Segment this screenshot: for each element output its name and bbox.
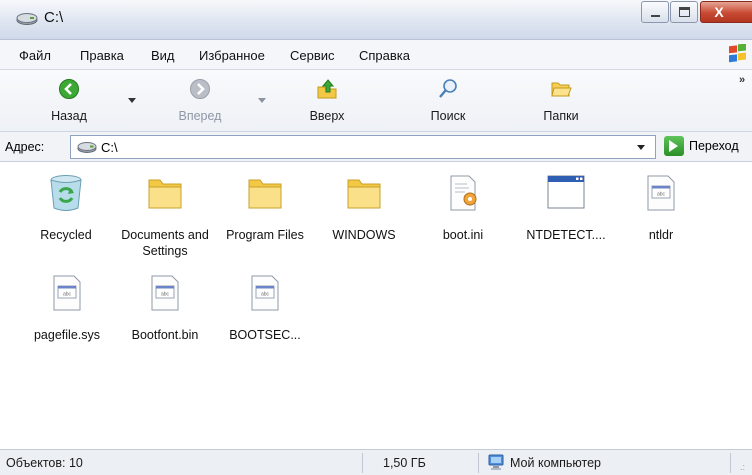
folders-icon: [551, 82, 572, 97]
forward-dropdown-arrow[interactable]: [258, 98, 266, 103]
file-name: NTDETECT....: [526, 228, 606, 242]
file-item-documents-and-settings[interactable]: Documents and Settings: [118, 172, 212, 259]
file-name: ntldr: [648, 228, 674, 242]
back-dropdown-arrow[interactable]: [128, 98, 136, 103]
config-file-icon: [450, 175, 477, 211]
file-name: boot.ini: [442, 228, 484, 242]
go-button[interactable]: Переход: [664, 136, 752, 158]
folders-label: Папки: [543, 109, 579, 123]
file-item-bootsec[interactable]: abc BOOTSEC...: [218, 272, 312, 343]
menu-favorites[interactable]: Избранное: [199, 48, 265, 63]
go-label: Переход: [689, 139, 739, 153]
close-icon: X: [714, 4, 724, 20]
recycle-bin-icon: [50, 175, 82, 211]
system-file-icon: abc: [647, 175, 675, 211]
address-label: Адрес:: [5, 140, 45, 154]
folder-icon: [347, 179, 381, 209]
folder-up-icon: [317, 79, 337, 99]
svg-text:abc: abc: [63, 292, 72, 298]
minimize-button[interactable]: [641, 1, 669, 23]
menu-edit[interactable]: Правка: [80, 48, 124, 63]
menu-bar: Файл Правка Вид Избранное Сервис Справка: [0, 40, 752, 70]
file-item-recycled[interactable]: Recycled: [20, 172, 112, 243]
address-input[interactable]: C:\: [70, 135, 656, 159]
file-item-ntldr[interactable]: abc ntldr: [614, 172, 708, 243]
system-file-icon: abc: [53, 275, 81, 311]
toolbar-overflow-chevron[interactable]: »: [739, 74, 745, 86]
forward-label: Вперед: [178, 109, 222, 123]
search-button[interactable]: Поиск: [424, 78, 472, 123]
file-name: Documents and Settings: [121, 228, 209, 258]
menu-help[interactable]: Справка: [359, 48, 410, 63]
address-dropdown-arrow[interactable]: [637, 145, 645, 150]
svg-text:abc: abc: [161, 292, 170, 298]
go-arrow-icon: [664, 136, 684, 156]
windows-logo-icon: [729, 44, 746, 63]
status-divider: [478, 453, 479, 473]
my-computer-icon: [488, 454, 504, 470]
drive-icon: [77, 142, 97, 153]
back-button[interactable]: Назад: [46, 78, 92, 123]
status-bar: Объектов: 10 1,50 ГБ Мой компьютер .:: [0, 449, 752, 475]
file-name: Recycled: [40, 228, 92, 242]
status-divider: [730, 453, 731, 473]
forward-arrow-icon: [190, 79, 210, 99]
file-name: Bootfont.bin: [131, 328, 199, 342]
file-name: BOOTSEC...: [229, 328, 301, 342]
folders-button[interactable]: Папки: [535, 78, 587, 123]
file-name: Program Files: [226, 228, 304, 242]
forward-button[interactable]: Вперед: [172, 78, 228, 123]
file-item-bootfont-bin[interactable]: abc Bootfont.bin: [118, 272, 212, 343]
title-bar: C:\ X: [0, 0, 752, 40]
search-label: Поиск: [430, 109, 466, 123]
toolbar: Назад Вперед Вверх Поиск Папки »: [0, 70, 752, 132]
address-bar: Адрес: C:\ Переход: [0, 132, 752, 162]
folder-icon: [148, 179, 182, 209]
system-file-icon: abc: [251, 275, 279, 311]
svg-text:abc: abc: [261, 292, 270, 298]
system-file-icon: abc: [151, 275, 179, 311]
drive-icon: [16, 13, 38, 25]
folder-icon: [248, 179, 282, 209]
status-location: Мой компьютер: [510, 456, 601, 470]
address-value: C:\: [101, 140, 118, 155]
file-name: WINDOWS: [332, 228, 396, 242]
back-arrow-icon: [59, 79, 79, 99]
status-object-count: Объектов: 10: [6, 456, 83, 470]
menu-tools[interactable]: Сервис: [290, 48, 335, 63]
file-item-pagefile-sys[interactable]: abc pagefile.sys: [20, 272, 114, 343]
file-item-program-files[interactable]: Program Files: [218, 172, 312, 243]
menu-file[interactable]: Файл: [19, 48, 51, 63]
svg-text:abc: abc: [657, 192, 666, 198]
resize-grip[interactable]: .:: [740, 462, 745, 472]
up-label: Вверх: [309, 109, 345, 123]
file-item-ntdetect[interactable]: NTDETECT....: [516, 172, 616, 243]
minimize-icon: [651, 15, 660, 17]
window-title: C:\: [44, 9, 64, 26]
status-divider: [362, 453, 363, 473]
back-label: Назад: [51, 109, 87, 123]
file-list: Recycled Documents and Settings Program …: [0, 162, 752, 449]
search-icon: [439, 79, 457, 98]
close-button[interactable]: X: [700, 1, 752, 23]
menu-view[interactable]: Вид: [151, 48, 175, 63]
file-item-boot-ini[interactable]: boot.ini: [416, 172, 510, 243]
status-size: 1,50 ГБ: [383, 456, 426, 470]
file-name: pagefile.sys: [33, 328, 100, 342]
up-button[interactable]: Вверх: [302, 78, 352, 123]
application-icon: [547, 175, 585, 209]
file-item-windows[interactable]: WINDOWS: [317, 172, 411, 243]
